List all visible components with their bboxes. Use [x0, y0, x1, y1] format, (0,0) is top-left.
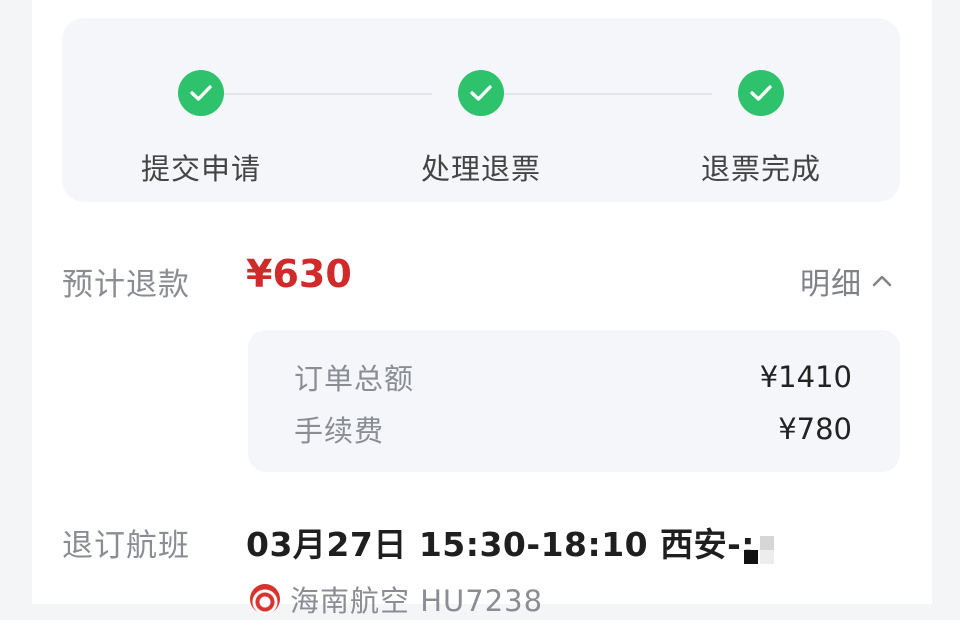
refund-amount: ¥630 [246, 252, 352, 296]
step-connector [504, 93, 712, 95]
detail-toggle-button[interactable]: 明细 [800, 259, 892, 303]
fee-value: ¥780 [778, 412, 852, 446]
step-check-icon [178, 70, 224, 116]
step-check-icon [738, 70, 784, 116]
refund-breakdown-box: 订单总额 ¥1410 手续费 ¥780 [248, 330, 900, 472]
flight-summary: 03月27日 15:30-18:10 西安-: [246, 525, 755, 564]
order-total-row: 订单总额 ¥1410 [294, 356, 852, 398]
flight-label: 退订航班 [62, 528, 190, 564]
redaction-mosaic [744, 536, 774, 566]
airline-info: 海南航空 HU7238 [250, 578, 543, 620]
step-connector [224, 93, 432, 95]
step-label-complete: 退票完成 [700, 152, 821, 186]
step-label-processing: 处理退票 [420, 152, 541, 186]
detail-toggle-label: 明细 [800, 267, 862, 302]
refund-label: 预计退款 [62, 267, 190, 303]
order-total-label: 订单总额 [294, 362, 415, 396]
step-label-submit: 提交申请 [140, 152, 261, 186]
step-check-icon [458, 70, 504, 116]
fee-label: 手续费 [294, 414, 385, 448]
refund-progress-panel: 提交申请 处理退票 退票完成 [62, 18, 900, 202]
order-total-value: ¥1410 [759, 360, 852, 394]
airline-logo-icon [250, 584, 280, 614]
airline-flight-number: 海南航空 HU7238 [290, 584, 544, 618]
chevron-up-icon [872, 275, 892, 287]
fee-row: 手续费 ¥780 [294, 408, 852, 450]
